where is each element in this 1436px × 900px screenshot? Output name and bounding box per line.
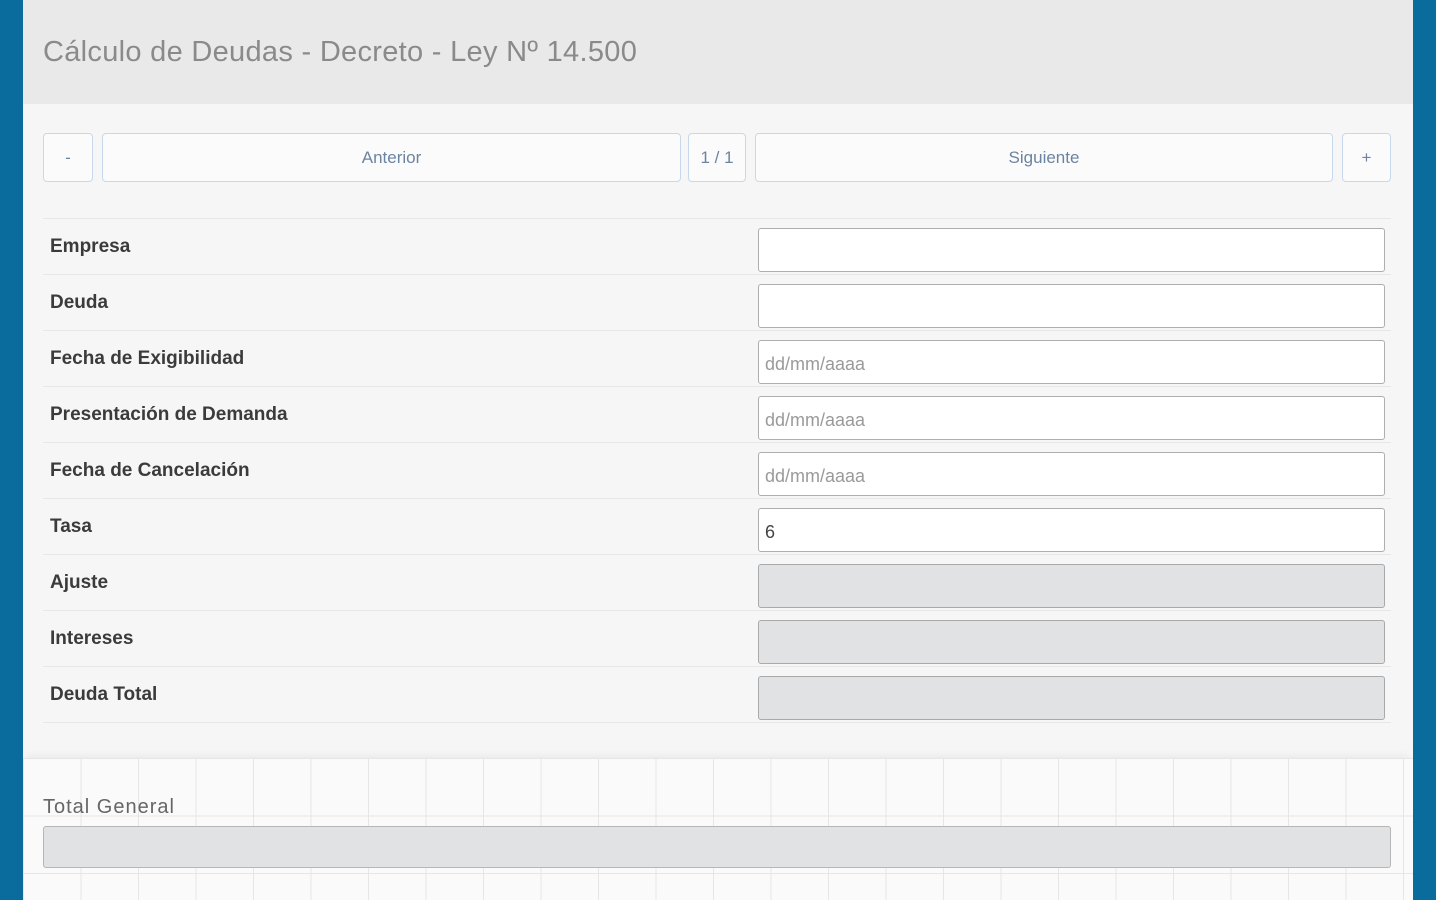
deuda-label: Deuda bbox=[50, 292, 109, 313]
deuda-total-output bbox=[758, 676, 1385, 720]
previous-button[interactable]: Anterior bbox=[102, 133, 681, 182]
remove-record-button[interactable]: - bbox=[43, 133, 93, 182]
intereses-output bbox=[758, 620, 1385, 664]
total-general-label: Total General bbox=[43, 796, 175, 818]
ajuste-output bbox=[758, 564, 1385, 608]
form-row-fecha-cancelacion: Fecha de Cancelación bbox=[43, 443, 1391, 499]
total-general-output bbox=[43, 826, 1391, 868]
empresa-input[interactable] bbox=[758, 228, 1385, 272]
form-row-empresa: Empresa bbox=[43, 219, 1391, 275]
total-section: Total General bbox=[23, 758, 1413, 900]
form-row-fecha-exigibilidad: Fecha de Exigibilidad bbox=[43, 331, 1391, 387]
tasa-label: Tasa bbox=[50, 516, 92, 537]
fecha-cancelacion-label: Fecha de Cancelación bbox=[50, 460, 250, 481]
intereses-label: Intereses bbox=[50, 628, 134, 649]
calculator-panel: Cálculo de Deudas - Decreto - Ley Nº 14.… bbox=[23, 0, 1413, 900]
ajuste-label: Ajuste bbox=[50, 572, 109, 593]
empresa-label: Empresa bbox=[50, 236, 131, 257]
page-title: Cálculo de Deudas - Decreto - Ley Nº 14.… bbox=[43, 36, 638, 68]
form-row-intereses: Intereses bbox=[43, 611, 1391, 667]
tasa-input[interactable] bbox=[758, 508, 1385, 552]
fecha-cancelacion-input[interactable] bbox=[758, 452, 1385, 496]
form-row-tasa: Tasa bbox=[43, 499, 1391, 555]
presentacion-demanda-input[interactable] bbox=[758, 396, 1385, 440]
next-button[interactable]: Siguiente bbox=[755, 133, 1333, 182]
fecha-exigibilidad-label: Fecha de Exigibilidad bbox=[50, 348, 245, 369]
debt-form: Empresa Deuda Fecha de Exigibilidad Pres… bbox=[43, 218, 1391, 723]
presentacion-demanda-label: Presentación de Demanda bbox=[50, 404, 288, 425]
deuda-input[interactable] bbox=[758, 284, 1385, 328]
page-indicator[interactable]: 1 / 1 bbox=[688, 133, 746, 182]
form-row-presentacion-demanda: Presentación de Demanda bbox=[43, 387, 1391, 443]
add-record-button[interactable]: + bbox=[1342, 133, 1391, 182]
fecha-exigibilidad-input[interactable] bbox=[758, 340, 1385, 384]
form-row-deuda: Deuda bbox=[43, 275, 1391, 331]
panel-header: Cálculo de Deudas - Decreto - Ley Nº 14.… bbox=[23, 0, 1413, 104]
deuda-total-label: Deuda Total bbox=[50, 684, 158, 705]
form-row-ajuste: Ajuste bbox=[43, 555, 1391, 611]
form-row-deuda-total: Deuda Total bbox=[43, 667, 1391, 723]
